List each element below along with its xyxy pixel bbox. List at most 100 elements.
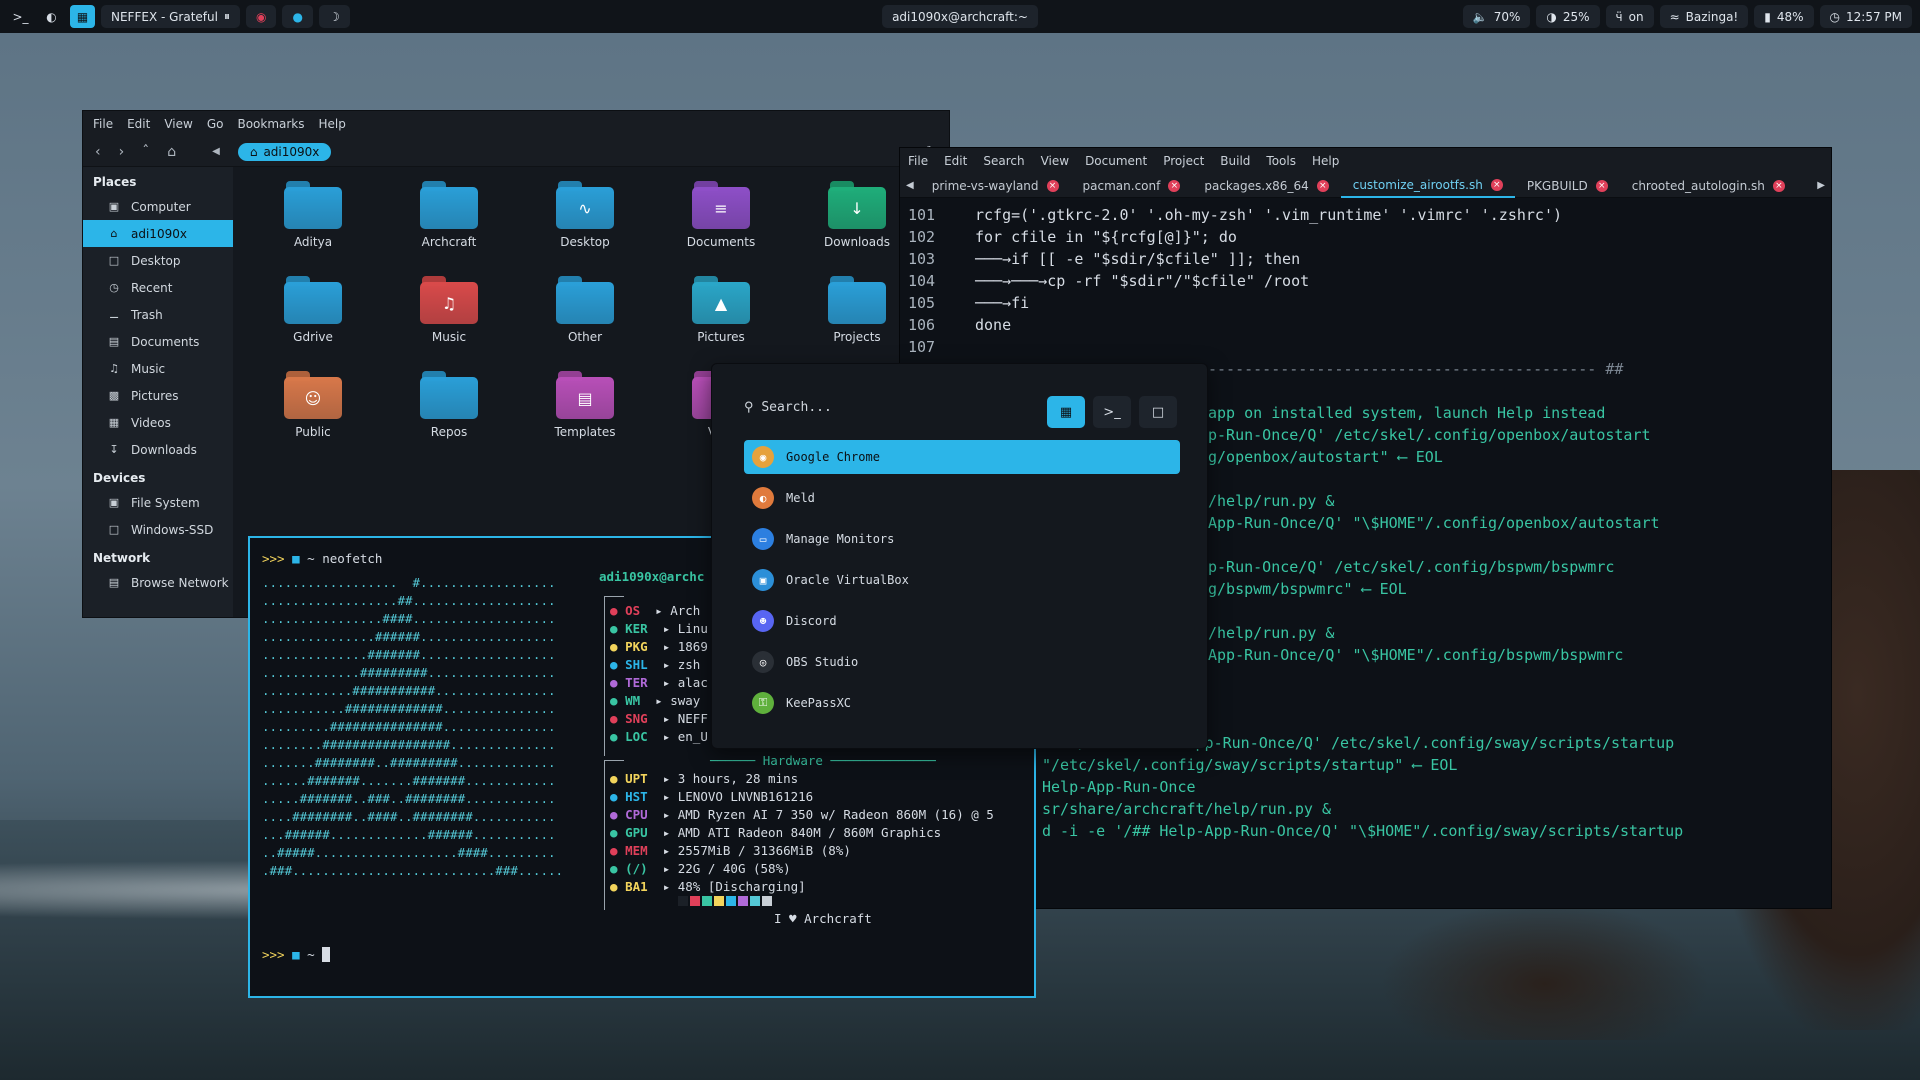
app-name: Manage Monitors <box>786 532 895 546</box>
fm-menu-file[interactable]: File <box>93 117 113 131</box>
editor-menu-item[interactable]: Build <box>1220 154 1250 168</box>
launcher-app-item[interactable]: ☻ Discord <box>744 604 1180 638</box>
bullet-icon: ● <box>610 771 626 786</box>
sidebar-item-music[interactable]: ♫ Music <box>83 355 233 382</box>
wifi-indicator[interactable]: ≈ Bazinga! <box>1659 5 1749 28</box>
folder-item[interactable]: ∿ Desktop <box>530 181 640 249</box>
folder-item[interactable]: ↓ Downloads <box>802 181 912 249</box>
sidebar-item-pictures[interactable]: ▩ Pictures <box>83 382 233 409</box>
sidebar-item-browse-network[interactable]: ▤ Browse Network <box>83 569 233 596</box>
folder-item[interactable]: ♫ Music <box>394 276 504 344</box>
editor-menu-item[interactable]: View <box>1041 154 1069 168</box>
folder-item[interactable]: Archcraft <box>394 181 504 249</box>
sidebar-label: Downloads <box>131 442 197 457</box>
bluetooth-indicator[interactable]: ӵ on <box>1605 5 1654 28</box>
fm-menu-edit[interactable]: Edit <box>127 117 150 131</box>
folder-item[interactable]: ▤ Templates <box>530 371 640 439</box>
color-picker[interactable]: ● <box>282 5 313 28</box>
sidebar-item-home[interactable]: ⌂ adi1090x <box>83 220 233 247</box>
bullet-icon: ● <box>610 729 626 744</box>
folder-label: Desktop <box>560 235 610 249</box>
folder-label: Other <box>567 330 603 344</box>
editor-menu-item[interactable]: Help <box>1312 154 1339 168</box>
bluetooth-value: on <box>1628 9 1644 24</box>
editor-tab[interactable]: chrooted_autologin.sh × <box>1620 174 1797 198</box>
battery-indicator[interactable]: ▮ 48% <box>1754 5 1814 28</box>
sidebar-item-windows-ssd[interactable]: □ Windows-SSD <box>83 516 233 543</box>
folder-item[interactable]: Other <box>530 276 640 344</box>
launcher-app-item[interactable]: ▣ Oracle VirtualBox <box>744 563 1180 597</box>
info-key: TER <box>625 675 648 690</box>
editor-tab[interactable]: customize_airootfs.sh × <box>1340 174 1515 198</box>
editor-tab[interactable]: PKGBUILD × <box>1515 174 1620 198</box>
pause-icon[interactable]: ⏸ <box>224 9 230 24</box>
folder-item[interactable]: Projects <box>802 276 912 344</box>
tabs-prev-icon[interactable]: ◀ <box>900 180 920 191</box>
sidebar-item-desktop[interactable]: □ Desktop <box>83 247 233 274</box>
editor-menu-item[interactable]: Search <box>983 154 1024 168</box>
launcher-app-item[interactable]: ⚿ KeePassXC <box>744 686 1180 720</box>
terminal-launcher-icon[interactable]: >_ <box>8 5 33 28</box>
editor-tab[interactable]: prime-vs-wayland × <box>920 174 1071 198</box>
sidebar-item-trash[interactable]: ⚊ Trash <box>83 301 233 328</box>
folder-item[interactable]: ▲ Pictures <box>666 276 776 344</box>
editor-menu-item[interactable]: Edit <box>944 154 967 168</box>
folder-workspace-icon[interactable]: ▦ <box>70 5 95 28</box>
apps-mode-button[interactable]: ▦ <box>1047 396 1085 428</box>
clock[interactable]: ◷ 12:57 PM <box>1819 5 1912 28</box>
editor-tab[interactable]: packages.x86_64 × <box>1192 174 1340 198</box>
folder-item[interactable]: Repos <box>394 371 504 439</box>
tabs-next-icon[interactable]: ▶ <box>1811 180 1831 191</box>
run-mode-button[interactable]: >_ <box>1093 396 1131 428</box>
breadcrumb-home[interactable]: ⌂ adi1090x <box>237 142 332 161</box>
close-tab-icon[interactable]: × <box>1316 179 1329 192</box>
music-player[interactable]: NEFFEX - Grateful ⏸ <box>101 5 240 28</box>
editor-menu-item[interactable]: Tools <box>1266 154 1296 168</box>
up-icon[interactable]: ˆ <box>142 144 149 160</box>
close-tab-icon[interactable]: × <box>1595 179 1608 192</box>
editor-menu-item[interactable]: File <box>908 154 928 168</box>
close-tab-icon[interactable]: × <box>1772 179 1785 192</box>
sidebar-item-filesystem[interactable]: ▣ File System <box>83 489 233 516</box>
launcher-search[interactable]: ⚲ Search... <box>744 400 832 415</box>
info-value: sway <box>670 693 701 708</box>
files-mode-button[interactable]: □ <box>1139 396 1177 428</box>
folder-item[interactable]: Aditya <box>258 181 368 249</box>
sidebar-item-videos[interactable]: ▦ Videos <box>83 409 233 436</box>
home-icon[interactable]: ⌂ <box>167 144 176 160</box>
app-name: Google Chrome <box>786 450 880 464</box>
folder-item[interactable]: Gdrive <box>258 276 368 344</box>
sidebar-item-recent[interactable]: ◷ Recent <box>83 274 233 301</box>
bullet-icon: ● <box>610 657 626 672</box>
close-tab-icon[interactable]: × <box>1046 179 1059 192</box>
arrow-icon: ▸ <box>647 789 678 804</box>
path-left-icon[interactable]: ◀ <box>212 146 220 157</box>
fm-menu-go[interactable]: Go <box>207 117 224 131</box>
close-tab-icon[interactable]: × <box>1168 179 1181 192</box>
back-icon[interactable]: ‹ <box>95 144 101 160</box>
archcraft-logo-icon[interactable]: ◐ <box>39 5 64 28</box>
editor-menu-item[interactable]: Document <box>1085 154 1147 168</box>
launcher-app-item[interactable]: ◐ Meld <box>744 481 1180 515</box>
launcher-app-item[interactable]: ▭ Manage Monitors <box>744 522 1180 556</box>
brightness-indicator[interactable]: ◑ 25% <box>1536 5 1600 28</box>
launcher-app-item[interactable]: ◎ OBS Studio <box>744 645 1180 679</box>
folder-item[interactable]: ≡ Documents <box>666 181 776 249</box>
forward-icon[interactable]: › <box>119 144 125 160</box>
folder-icon: ☺ <box>284 371 342 419</box>
hw-value: 22G / 40G (58%) <box>677 861 791 876</box>
folder-item[interactable]: ☺ Public <box>258 371 368 439</box>
editor-menu-item[interactable]: Project <box>1163 154 1204 168</box>
editor-tab[interactable]: pacman.conf × <box>1071 174 1193 198</box>
sidebar-item-computer[interactable]: ▣ Computer <box>83 193 233 220</box>
fm-menu-bookmarks[interactable]: Bookmarks <box>237 117 304 131</box>
night-mode-toggle[interactable]: ☽ <box>318 5 350 28</box>
volume-indicator[interactable]: 🔈 70% <box>1462 5 1531 28</box>
sidebar-item-downloads[interactable]: ↧ Downloads <box>83 436 233 463</box>
record-indicator[interactable]: ◉ <box>245 5 277 28</box>
launcher-app-item[interactable]: ◉ Google Chrome <box>744 440 1180 474</box>
fm-menu-help[interactable]: Help <box>319 117 346 131</box>
sidebar-item-documents[interactable]: ▤ Documents <box>83 328 233 355</box>
close-tab-icon[interactable]: × <box>1490 178 1503 191</box>
fm-menu-view[interactable]: View <box>164 117 192 131</box>
